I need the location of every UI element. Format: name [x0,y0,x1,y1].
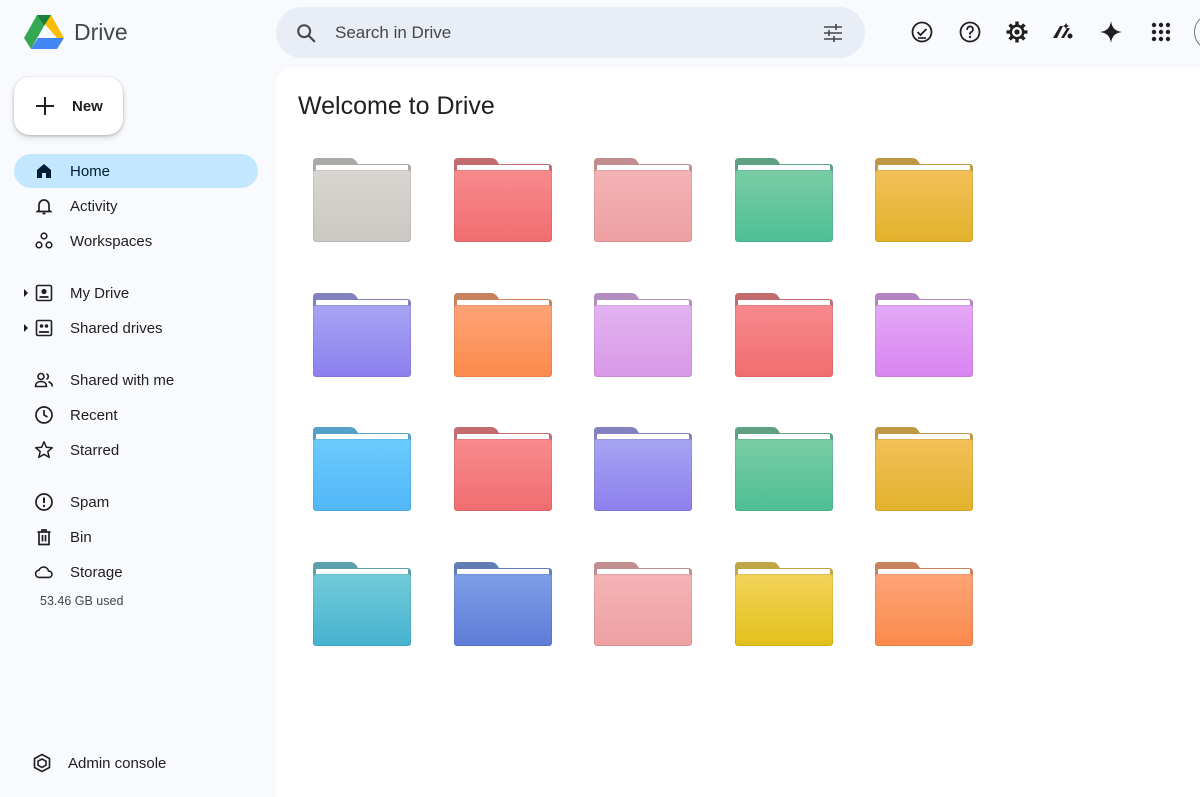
folder-icon[interactable] [591,292,695,380]
folder-icon[interactable] [872,426,976,514]
sidebar-item-label: Storage [70,563,123,581]
folder-icon[interactable] [872,561,976,649]
storage-usage-text: 53.46 GB used [40,594,124,608]
new-button[interactable]: New [14,77,123,135]
sidebar-item-label: Bin [70,528,92,546]
bell-icon [34,196,54,216]
folder-icon[interactable] [591,426,695,514]
folder-icon[interactable] [591,561,695,649]
folder-icon[interactable] [732,426,836,514]
main-content: Welcome to Drive [276,68,1200,797]
sidebar-item-workspaces[interactable]: Workspaces [14,224,258,258]
admin-console-link[interactable]: Admin console [32,753,166,773]
folder-icon[interactable] [732,157,836,245]
people-icon [34,370,54,390]
sidebar-item-shared-drives[interactable]: Shared drives [14,311,258,345]
folder-icon[interactable] [451,157,555,245]
trash-icon [34,527,54,547]
drive-logo[interactable]: Drive [24,14,128,50]
admin-console-icon [32,753,52,773]
folder-icon[interactable] [591,157,695,245]
page-title: Welcome to Drive [298,92,495,120]
shared-drives-icon [34,318,54,338]
star-icon [34,440,54,460]
folder-icon[interactable] [451,426,555,514]
sidebar-item-label: Shared with me [70,371,175,389]
expand-arrow-icon[interactable] [24,289,28,297]
folder-icon[interactable] [310,292,414,380]
offline-ready-icon[interactable] [910,20,934,44]
search-input[interactable] [333,21,777,44]
sparkle-icon[interactable] [1099,20,1123,44]
sidebar-item-label: Recent [70,406,118,424]
search-options-icon[interactable] [821,21,845,45]
sidebar-item-spam[interactable]: Spam [14,485,258,519]
sidebar-item-label: My Drive [70,284,130,302]
new-button-label: New [72,97,103,115]
sidebar-item-recent[interactable]: Recent [14,398,258,432]
folder-icon[interactable] [451,561,555,649]
sidebar-item-label: Activity [70,197,118,215]
search-bar[interactable] [276,7,865,58]
folder-icon[interactable] [732,292,836,380]
sidebar-item-home[interactable]: Home [14,154,258,188]
clock-icon [34,405,54,425]
sidebar-item-activity[interactable]: Activity [14,189,258,223]
help-icon[interactable] [958,20,982,44]
cloud-icon [34,562,54,582]
plus-icon [35,96,55,116]
sidebar-item-bin[interactable]: Bin [14,520,258,554]
drive-icon [34,283,54,303]
apps-grid-icon[interactable] [1149,20,1173,44]
sidebar-item-starred[interactable]: Starred [14,433,258,467]
settings-icon[interactable] [1005,20,1029,44]
folder-icon[interactable] [310,426,414,514]
gemini-alt-icon[interactable] [1051,20,1075,44]
sidebar-item-storage[interactable]: Storage [14,555,258,589]
spam-icon [34,492,54,512]
sidebar-item-label: Workspaces [70,232,153,250]
sidebar-item-label: Spam [70,493,110,511]
expand-arrow-icon[interactable] [24,324,28,332]
folder-icon[interactable] [310,157,414,245]
sidebar-item-my-drive[interactable]: My Drive [14,276,258,310]
workspaces-icon [34,231,54,251]
admin-console-label: Admin console [68,754,167,772]
folder-icon[interactable] [872,292,976,380]
folder-icon[interactable] [310,561,414,649]
home-icon [34,161,54,181]
folder-icon[interactable] [451,292,555,380]
app-name: Drive [74,18,128,45]
drive-logo-icon [24,15,64,49]
search-icon[interactable] [295,22,317,44]
sidebar-item-label: Starred [70,441,120,459]
folder-icon[interactable] [732,561,836,649]
folder-icon[interactable] [872,157,976,245]
account-avatar[interactable] [1194,13,1200,51]
sidebar-item-shared-with-me[interactable]: Shared with me [14,363,258,397]
sidebar-item-label: Home [70,162,111,180]
sidebar-item-label: Shared drives [70,319,163,337]
